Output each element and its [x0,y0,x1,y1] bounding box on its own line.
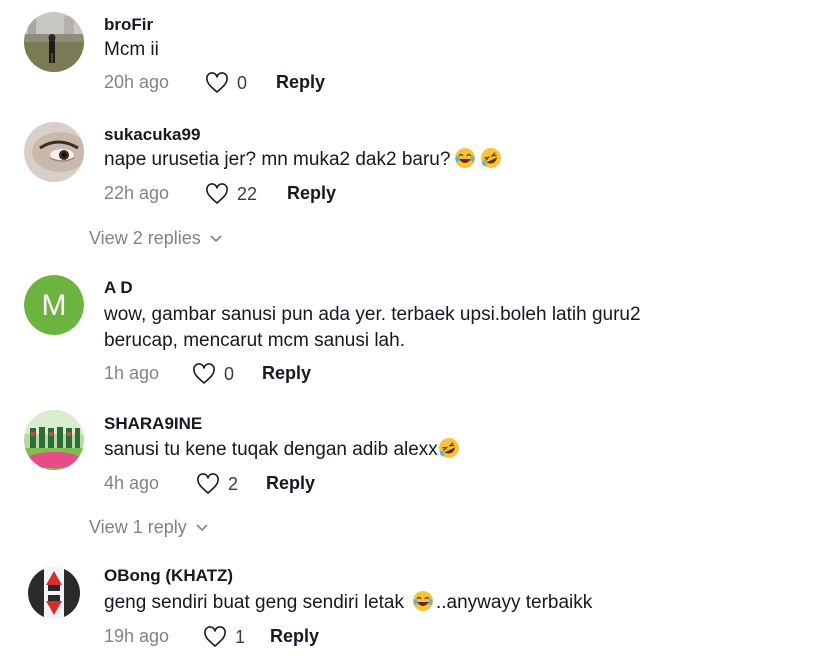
comment-username[interactable]: SHARA9INE [104,414,202,434]
avatar[interactable] [24,122,84,182]
like-button[interactable]: 22 [205,183,257,205]
like-count: 1 [235,626,246,647]
comment-username[interactable]: broFir [104,15,153,35]
comment-username[interactable]: OBong (KHATZ) [104,566,233,586]
like-button[interactable]: 1 [203,626,245,648]
chevron-down-icon [196,523,208,531]
like-button[interactable]: 0 [205,72,247,94]
heart-icon [204,626,226,647]
comment-meta: 22h ago 22 Reply [104,183,404,209]
view-replies-button[interactable]: View 1 reply [89,517,209,538]
comment-time: 22h ago [104,183,170,203]
reply-button[interactable]: Reply [262,363,311,384]
heart-icon [206,72,228,93]
comment-time: 1h ago [104,363,160,383]
comment-text: nape urusetia jer? mn muka2 dak2 baru? [104,147,724,173]
chevron-down-icon [210,234,222,242]
like-button[interactable]: 2 [196,473,238,495]
like-count: 22 [237,183,258,204]
view-replies-label: View 1 reply [89,517,187,537]
comment-text: Mcm ii [104,39,159,60]
avatar[interactable]: M [24,275,84,335]
rolling-laughing-emoji [480,147,502,169]
like-count: 0 [237,72,248,93]
reply-button[interactable]: Reply [266,473,315,494]
comment-meta: 20h ago 0 Reply [104,72,404,98]
reply-button[interactable]: Reply [287,183,336,204]
reply-button[interactable]: Reply [270,626,319,647]
avatar[interactable] [24,12,84,72]
heart-icon [197,473,219,494]
like-count: 0 [224,363,235,384]
comment-text: sanusi tu kene tuqak dengan adib alexx [104,437,724,463]
comment-time: 4h ago [104,473,160,493]
rolling-laughing-emoji [438,437,460,459]
tears-of-joy-emoji [454,147,476,169]
reply-button[interactable]: Reply [276,72,325,93]
like-count: 2 [228,473,239,494]
heart-icon [206,183,228,204]
avatar[interactable] [24,410,84,470]
like-button[interactable]: 0 [192,363,234,385]
comment-time: 20h ago [104,72,170,92]
comment-text: geng sendiri buat geng sendiri letak ..an… [104,590,593,613]
comment-text: wow, gambar sanusi pun ada yer. terbaek … [104,304,641,351]
comment-meta: 4h ago 2 Reply [104,473,404,499]
heart-icon [193,363,215,384]
avatar-letter: M [42,289,67,322]
comment-meta: 1h ago 0 Reply [104,363,404,389]
tears-of-joy-emoji [412,590,434,612]
comment-meta: 19h ago 1 Reply [104,626,404,652]
comment-username[interactable]: A D [104,278,133,298]
view-replies-button[interactable]: View 2 replies [89,228,223,249]
view-replies-label: View 2 replies [89,228,201,248]
avatar[interactable] [24,563,84,623]
comment-username[interactable]: sukacuka99 [104,125,200,145]
comment-time: 19h ago [104,626,170,646]
